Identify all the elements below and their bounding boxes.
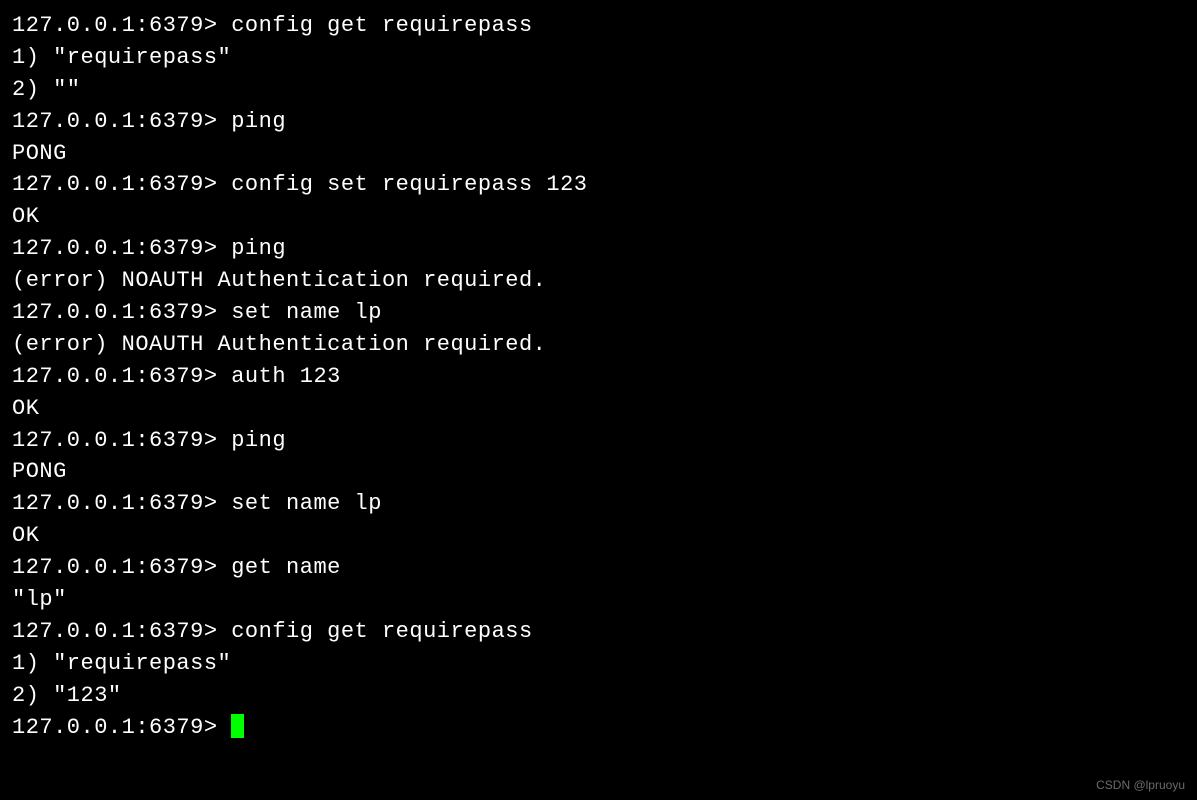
- terminal-command-line: 127.0.0.1:6379>: [12, 712, 1185, 744]
- terminal-command-line: 127.0.0.1:6379> get name: [12, 552, 1185, 584]
- terminal-output-text: (error) NOAUTH Authentication required.: [12, 332, 546, 357]
- terminal-output-line: 2) "123": [12, 680, 1185, 712]
- terminal-output-text: OK: [12, 204, 39, 229]
- cursor-icon: [231, 714, 244, 738]
- terminal-output-line: "lp": [12, 584, 1185, 616]
- terminal-command-line: 127.0.0.1:6379> ping: [12, 425, 1185, 457]
- terminal-command-line: 127.0.0.1:6379> config get requirepass: [12, 10, 1185, 42]
- terminal-command-line: 127.0.0.1:6379> set name lp: [12, 297, 1185, 329]
- terminal-prompt: 127.0.0.1:6379>: [12, 300, 231, 325]
- terminal-command-text: ping: [231, 428, 286, 453]
- terminal-output-text: 2) "123": [12, 683, 122, 708]
- terminal-prompt: 127.0.0.1:6379>: [12, 172, 231, 197]
- terminal-command-text: ping: [231, 109, 286, 134]
- terminal-output-line: PONG: [12, 138, 1185, 170]
- terminal-command-line: 127.0.0.1:6379> ping: [12, 233, 1185, 265]
- terminal-command-text: get name: [231, 555, 341, 580]
- terminal-command-line: 127.0.0.1:6379> config set requirepass 1…: [12, 169, 1185, 201]
- terminal-prompt: 127.0.0.1:6379>: [12, 715, 231, 740]
- terminal-command-text: ping: [231, 236, 286, 261]
- terminal-output-line: 2) "": [12, 74, 1185, 106]
- terminal-command-line: 127.0.0.1:6379> ping: [12, 106, 1185, 138]
- terminal-output[interactable]: 127.0.0.1:6379> config get requirepass1)…: [12, 10, 1185, 743]
- terminal-output-text: (error) NOAUTH Authentication required.: [12, 268, 546, 293]
- watermark-text: CSDN @lpruoyu: [1096, 777, 1185, 794]
- terminal-output-text: 1) "requirepass": [12, 45, 231, 70]
- terminal-prompt: 127.0.0.1:6379>: [12, 13, 231, 38]
- terminal-output-line: 1) "requirepass": [12, 42, 1185, 74]
- terminal-prompt: 127.0.0.1:6379>: [12, 428, 231, 453]
- terminal-output-text: OK: [12, 523, 39, 548]
- terminal-command-text: config get requirepass: [231, 619, 532, 644]
- terminal-prompt: 127.0.0.1:6379>: [12, 619, 231, 644]
- terminal-command-text: set name lp: [231, 300, 382, 325]
- terminal-output-text: PONG: [12, 459, 67, 484]
- terminal-prompt: 127.0.0.1:6379>: [12, 109, 231, 134]
- terminal-output-line: OK: [12, 201, 1185, 233]
- terminal-command-text: config get requirepass: [231, 13, 532, 38]
- terminal-prompt: 127.0.0.1:6379>: [12, 364, 231, 389]
- terminal-prompt: 127.0.0.1:6379>: [12, 491, 231, 516]
- terminal-command-text: set name lp: [231, 491, 382, 516]
- terminal-output-line: 1) "requirepass": [12, 648, 1185, 680]
- terminal-command-text: auth 123: [231, 364, 341, 389]
- terminal-output-line: OK: [12, 393, 1185, 425]
- terminal-output-text: PONG: [12, 141, 67, 166]
- terminal-output-line: OK: [12, 520, 1185, 552]
- terminal-output-text: "lp": [12, 587, 67, 612]
- terminal-command-line: 127.0.0.1:6379> config get requirepass: [12, 616, 1185, 648]
- terminal-output-line: PONG: [12, 456, 1185, 488]
- terminal-output-text: 1) "requirepass": [12, 651, 231, 676]
- terminal-prompt: 127.0.0.1:6379>: [12, 555, 231, 580]
- terminal-output-text: 2) "": [12, 77, 81, 102]
- terminal-command-text: config set requirepass 123: [231, 172, 587, 197]
- terminal-output-text: OK: [12, 396, 39, 421]
- terminal-output-line: (error) NOAUTH Authentication required.: [12, 329, 1185, 361]
- terminal-command-line: 127.0.0.1:6379> set name lp: [12, 488, 1185, 520]
- terminal-prompt: 127.0.0.1:6379>: [12, 236, 231, 261]
- terminal-command-line: 127.0.0.1:6379> auth 123: [12, 361, 1185, 393]
- terminal-output-line: (error) NOAUTH Authentication required.: [12, 265, 1185, 297]
